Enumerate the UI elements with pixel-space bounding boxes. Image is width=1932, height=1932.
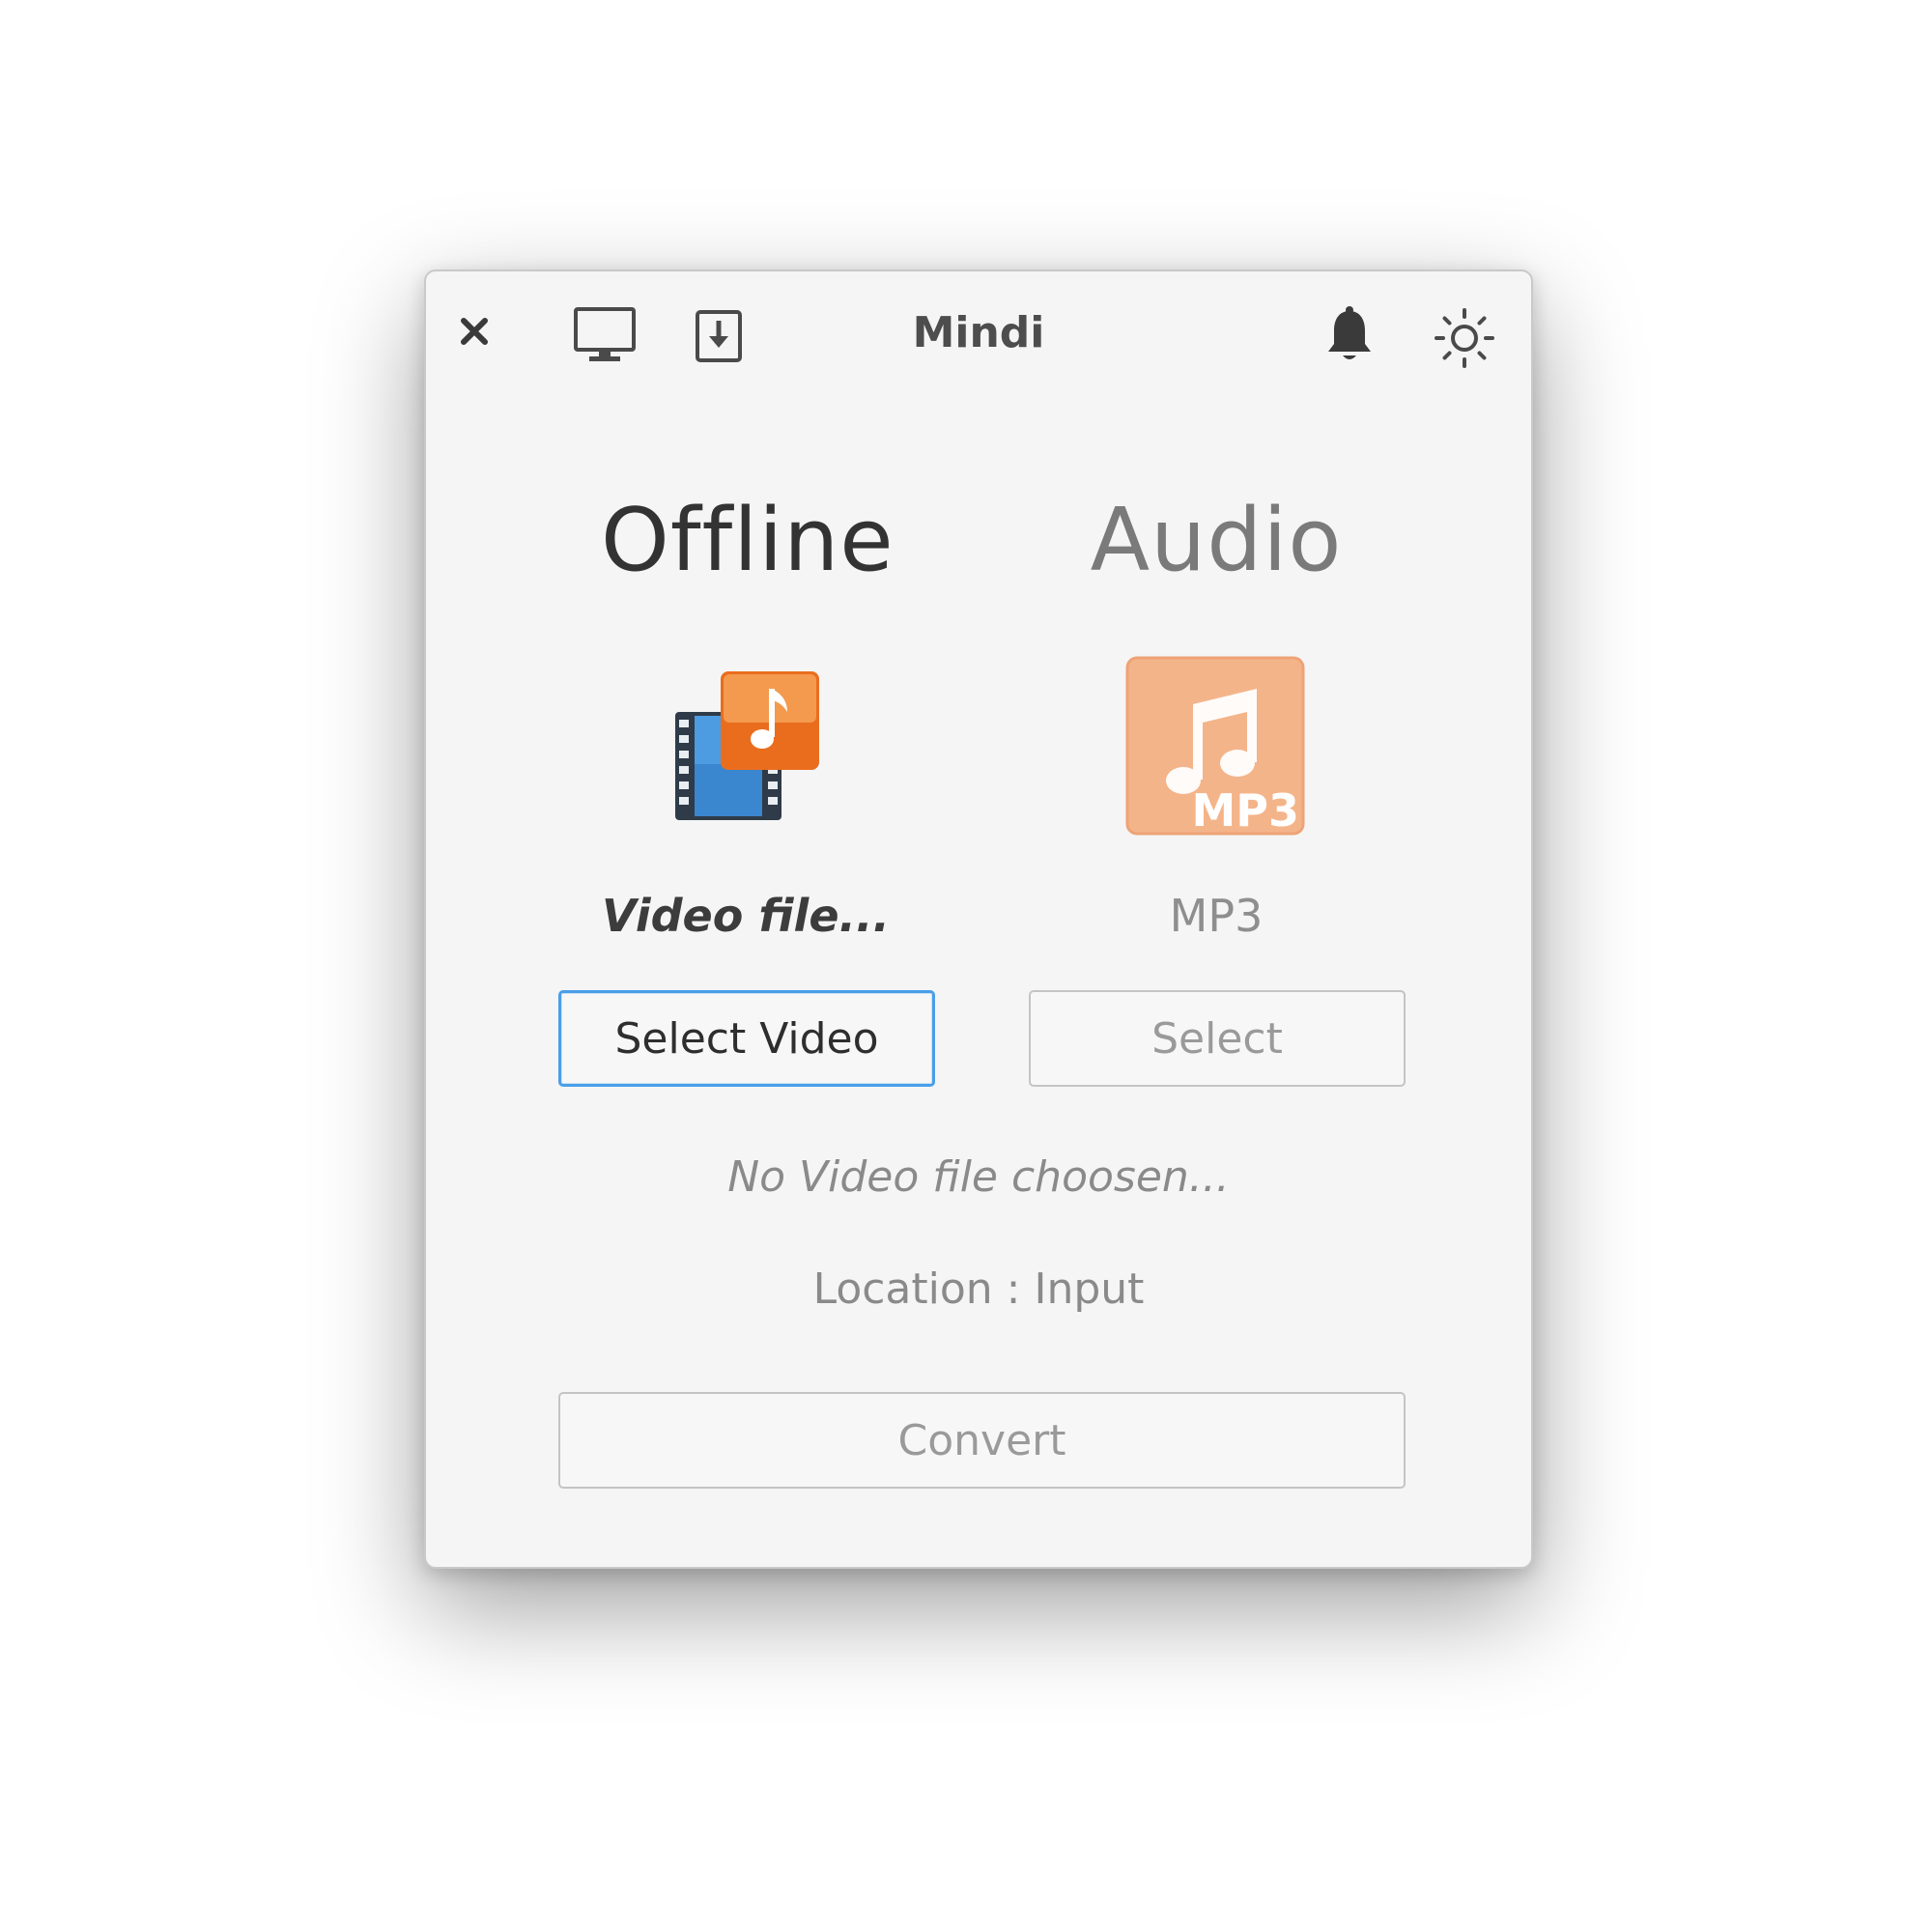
select-format-button[interactable]: Select	[1029, 990, 1406, 1087]
format-label: MP3	[1169, 890, 1264, 942]
offline-heading: Offline	[601, 490, 895, 591]
bell-icon	[1328, 306, 1371, 359]
video-file-label: Video file...	[602, 890, 890, 942]
file-status-message: No Video file choosen...	[727, 1152, 1230, 1202]
brightness-button[interactable]	[1433, 306, 1496, 370]
audio-heading: Audio	[1090, 490, 1343, 591]
notifications-button[interactable]	[1322, 304, 1377, 366]
app-window: Mindi Offline Audio MP3 Video file... MP…	[424, 270, 1533, 1569]
mp3-icon: MP3	[1123, 654, 1307, 838]
location-label: Location : Input	[812, 1264, 1145, 1314]
mp3-icon-text: MP3	[1192, 784, 1300, 837]
brightness-icon	[1435, 308, 1494, 368]
convert-button[interactable]: Convert	[558, 1392, 1406, 1489]
titlebar: Mindi	[426, 271, 1531, 397]
select-video-button[interactable]: Select Video	[558, 990, 935, 1087]
video-audio-icon	[668, 668, 822, 822]
